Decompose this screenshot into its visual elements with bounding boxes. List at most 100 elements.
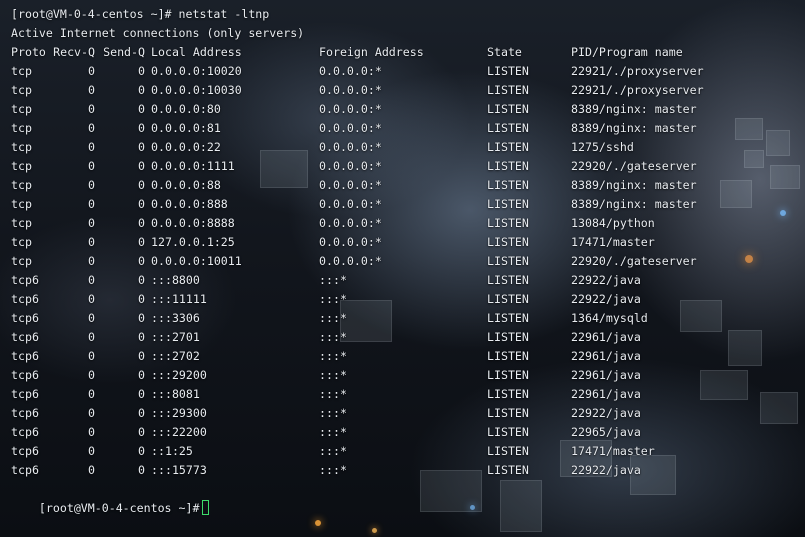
cell-local-address: :::2701	[151, 330, 200, 344]
cell-local-address: :::15773	[151, 463, 207, 477]
cell-state: LISTEN	[487, 140, 529, 154]
cell-state: LISTEN	[487, 254, 529, 268]
cell-local-address: 0.0.0.0:80	[151, 102, 221, 116]
cell-state: LISTEN	[487, 235, 529, 249]
cell-state: LISTEN	[487, 349, 529, 363]
table-header: Proto Recv-Q Send-Q Local Address Foreig…	[11, 43, 683, 62]
cell-program: 22920/./gateserver	[571, 159, 697, 173]
table-row: tcp6 0 0:::2701:::* LISTEN 22961/java	[11, 328, 641, 347]
cell-foreign-address: :::*	[319, 273, 347, 287]
table-row: tcp 0 0 0.0.0.0:10030 0.0.0.0:* LISTEN 22921/.…	[11, 81, 704, 100]
cell-sendq: 0	[138, 444, 145, 458]
connection-rows: tcp 0 0 0.0.0.0:10020 0.0.0.0:* LISTEN 22921/.…	[11, 62, 704, 480]
cell-sendq: 0	[138, 178, 145, 192]
table-row: tcp6 0 0:::8081:::* LISTEN 22961/java	[11, 385, 641, 404]
table-row: tcp6 0 0:::22200:::* LISTEN 22965/java	[11, 423, 641, 442]
cell-state: LISTEN	[487, 121, 529, 135]
prompt-line[interactable]: [root@VM-0-4-centos ~]#	[11, 480, 304, 515]
cell-sendq: 0	[138, 235, 145, 249]
cell-local-address: 127.0.0.1:25	[151, 235, 235, 249]
table-row: tcp 0 0 0.0.0.0:1111 0.0.0.0:* LISTEN 22920/./…	[11, 157, 697, 176]
info-line: Active Internet connections (only server…	[11, 26, 305, 40]
header-state: State	[487, 45, 522, 59]
cell-program: 22922/java	[571, 292, 641, 306]
cell-foreign-address: :::*	[319, 406, 347, 420]
header-foreign-address: Foreign Address	[319, 45, 424, 59]
cell-foreign-address: :::*	[319, 387, 347, 401]
cell-sendq: 0	[138, 311, 145, 325]
table-row: tcp6 0 0:::11111:::* LISTEN 22922/java	[11, 290, 641, 309]
cell-state: LISTEN	[487, 102, 529, 116]
cell-state: LISTEN	[487, 292, 529, 306]
header-program: PID/Program name	[571, 45, 683, 59]
cell-sendq: 0	[138, 292, 145, 306]
cell-local-address: :::3306	[151, 311, 200, 325]
cell-program: 22921/./proxyserver	[571, 83, 704, 97]
cell-state: LISTEN	[487, 444, 529, 458]
cell-foreign-address: 0.0.0.0:*	[319, 159, 382, 173]
terminal-output[interactable]: [root@VM-0-4-centos ~]# netstat -ltnp Ac…	[11, 5, 704, 515]
cell-local-address: 0.0.0.0:1111	[151, 159, 235, 173]
cell-local-address: ::1:25	[151, 444, 193, 458]
cell-state: LISTEN	[487, 330, 529, 344]
cell-sendq: 0	[138, 406, 145, 420]
cell-foreign-address: 0.0.0.0:*	[319, 216, 382, 230]
table-row: tcp 0 0 127.0.0.1:25 0.0.0.0:* LISTEN 17471/ma…	[11, 233, 655, 252]
table-row: tcp 0 0 0.0.0.0:8888 0.0.0.0:* LISTEN 13084/py…	[11, 214, 655, 233]
cell-local-address: 0.0.0.0:81	[151, 121, 221, 135]
cell-local-address: 0.0.0.0:10020	[151, 64, 242, 78]
cell-foreign-address: :::*	[319, 463, 347, 477]
cell-program: 22920/./gateserver	[571, 254, 697, 268]
cell-state: LISTEN	[487, 425, 529, 439]
cell-local-address: 0.0.0.0:22	[151, 140, 221, 154]
cell-state: LISTEN	[487, 159, 529, 173]
cell-sendq: 0	[138, 254, 145, 268]
cell-local-address: 0.0.0.0:10030	[151, 83, 242, 97]
cell-state: LISTEN	[487, 273, 529, 287]
cell-foreign-address: 0.0.0.0:*	[319, 140, 382, 154]
cell-local-address: :::29200	[151, 368, 207, 382]
cell-program: 22965/java	[571, 425, 641, 439]
cell-program: 8389/nginx: master	[571, 121, 697, 135]
table-row: tcp6 0 0:::8800:::* LISTEN 22922/java	[11, 271, 641, 290]
cell-program: 8389/nginx: master	[571, 178, 697, 192]
table-row: tcp6 0 0:::15773:::* LISTEN 22922/java	[11, 461, 641, 480]
cell-sendq: 0	[138, 349, 145, 363]
cell-state: LISTEN	[487, 406, 529, 420]
header-sendq: Send-Q	[103, 45, 145, 59]
table-row: tcp 0 0 0.0.0.0:81 0.0.0.0:* LISTEN 8389/nginx…	[11, 119, 697, 138]
prompt: [root@VM-0-4-centos ~]#	[38, 501, 200, 515]
cell-foreign-address: :::*	[319, 292, 347, 306]
cell-sendq: 0	[138, 216, 145, 230]
cell-sendq: 0	[138, 140, 145, 154]
cell-state: LISTEN	[487, 216, 529, 230]
cell-foreign-address: :::*	[319, 311, 347, 325]
cell-state: LISTEN	[487, 463, 529, 477]
cell-sendq: 0	[138, 102, 145, 116]
cell-sendq: 0	[138, 273, 145, 287]
cell-program: 22961/java	[571, 330, 641, 344]
cell-sendq: 0	[138, 463, 145, 477]
table-row: tcp 0 0 0.0.0.0:88 0.0.0.0:* LISTEN 8389/nginx…	[11, 176, 697, 195]
cell-program: 8389/nginx: master	[571, 102, 697, 116]
cell-program: 1364/mysqld	[571, 311, 648, 325]
table-row: tcp6 0 0::1:25:::* LISTEN 17471/master	[11, 442, 655, 461]
cell-state: LISTEN	[487, 83, 529, 97]
cell-local-address: :::22200	[151, 425, 207, 439]
cell-program: 8389/nginx: master	[571, 197, 697, 211]
cell-local-address: :::8800	[151, 273, 200, 287]
cell-program: 22922/java	[571, 406, 641, 420]
cell-sendq: 0	[138, 425, 145, 439]
cursor	[202, 500, 210, 515]
cell-foreign-address: 0.0.0.0:*	[319, 121, 382, 135]
table-row: tcp 0 0 0.0.0.0:22 0.0.0.0:* LISTEN 1275/sshd	[11, 138, 634, 157]
table-row: tcp 0 0 0.0.0.0:10011 0.0.0.0:* LISTEN 22920/.…	[11, 252, 697, 271]
cell-sendq: 0	[138, 121, 145, 135]
cell-local-address: 0.0.0.0:888	[151, 197, 228, 211]
cell-local-address: :::8081	[151, 387, 200, 401]
cell-program: 13084/python	[571, 216, 655, 230]
cell-sendq: 0	[138, 64, 145, 78]
cell-state: LISTEN	[487, 311, 529, 325]
command-line: [root@VM-0-4-centos ~]# netstat -ltnp	[11, 7, 270, 21]
cell-state: LISTEN	[487, 368, 529, 382]
